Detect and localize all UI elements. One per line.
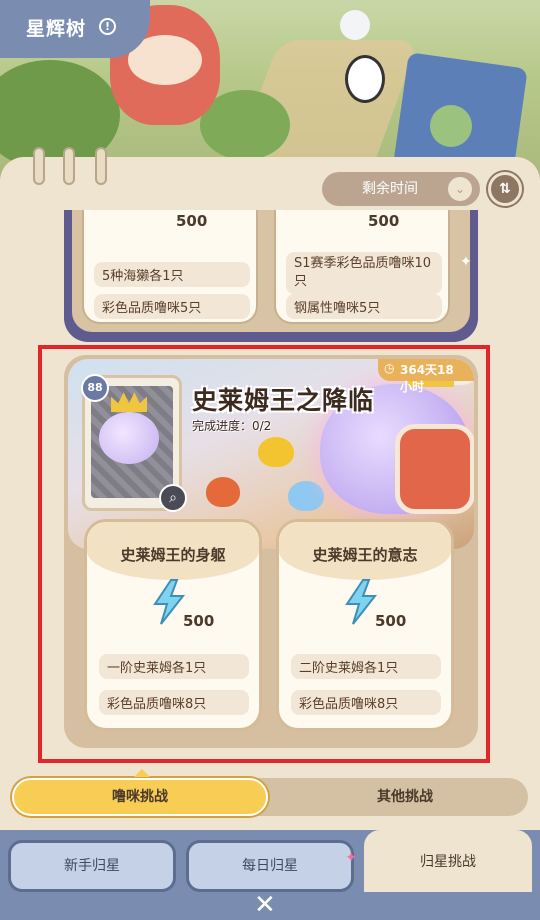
- panel-tab-stub: [95, 147, 107, 185]
- info-icon[interactable]: !: [99, 18, 116, 35]
- tab-other-challenge[interactable]: 其他挑战: [282, 778, 528, 816]
- points-value: 500: [176, 212, 208, 230]
- chevron-down-icon: ⌄: [448, 177, 472, 201]
- sub-challenge-card[interactable]: ⚡ 500 S1赛季彩色品质噜咪10只 钢属性噜咪5只: [274, 210, 450, 324]
- nav-tab-label: 新手归星: [64, 858, 120, 874]
- requirement-row: 彩色品质噜咪5只: [94, 294, 250, 319]
- nav-tab-daily[interactable]: 每日归星 ✦: [186, 840, 357, 892]
- requirement-row: S1赛季彩色品质噜咪10只: [286, 252, 442, 294]
- scene-spirit: [340, 10, 370, 40]
- sub-challenge-card[interactable]: ⚡ 500 5种海獭各1只 彩色品质噜咪5只: [82, 210, 258, 324]
- challenge-type-toggle: 噜咪挑战 其他挑战: [12, 769, 528, 816]
- lightning-icon: ⚡: [154, 210, 171, 214]
- nav-tab-challenge[interactable]: 归星挑战: [364, 830, 532, 892]
- nav-tab-newbie[interactable]: 新手归星: [8, 840, 176, 892]
- sort-icon: ⇅: [499, 181, 511, 197]
- scene-mouse-character: [430, 105, 472, 147]
- points-value: 500: [368, 212, 400, 230]
- challenge-card-previous: ⚡ 500 5种海獭各1只 彩色品质噜咪5只 ⚡ 500 S1赛季彩色品质噜咪1…: [64, 210, 478, 342]
- nav-tab-label: 归星挑战: [420, 854, 476, 870]
- panel-tab-stub: [33, 147, 45, 185]
- sparkle-icon: ✦: [460, 254, 472, 270]
- header: 星辉树 !: [0, 0, 150, 58]
- notification-sparkle-icon: ✦: [345, 850, 357, 866]
- requirement-row: 5种海獭各1只: [94, 262, 250, 287]
- requirement-row: 钢属性噜咪5只: [286, 294, 442, 319]
- challenge-card-body: ⚡ 500 5种海獭各1只 彩色品质噜咪5只 ⚡ 500 S1赛季彩色品质噜咪1…: [72, 210, 470, 332]
- lightning-icon: ⚡: [346, 210, 363, 214]
- sort-dropdown[interactable]: 剩余时间 ⌄: [322, 172, 480, 206]
- page-title: 星辉树: [26, 18, 87, 40]
- sort-dropdown-label: 剩余时间: [362, 181, 418, 197]
- panel-tab-stub: [63, 147, 75, 185]
- nav-tab-label: 每日归星: [242, 858, 298, 874]
- highlight-frame: [38, 345, 490, 763]
- scene-panda: [345, 55, 385, 103]
- tab-lumi-challenge[interactable]: 噜咪挑战: [12, 769, 268, 816]
- close-icon[interactable]: ✕: [254, 890, 276, 920]
- sort-order-button[interactable]: ⇅: [488, 172, 522, 206]
